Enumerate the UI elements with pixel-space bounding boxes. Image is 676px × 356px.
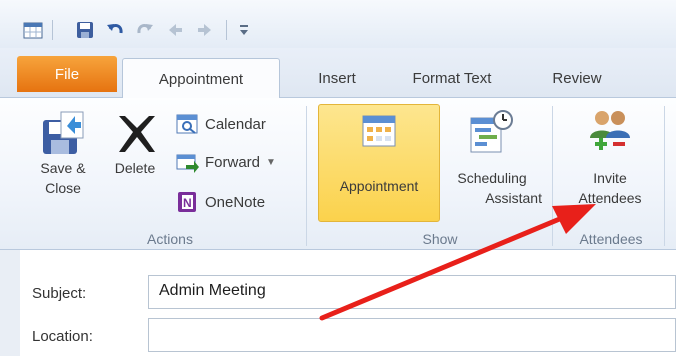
next-item-icon[interactable]	[194, 20, 216, 40]
save-close-label-2: Close	[45, 180, 81, 196]
onenote-icon: N	[178, 192, 196, 212]
onenote-button[interactable]: N OneNote	[176, 188, 265, 216]
appointment-icon	[362, 115, 396, 147]
customize-toolbar-icon[interactable]	[234, 20, 254, 40]
scheduling-assistant-icon	[470, 110, 513, 153]
calendar-icon	[176, 114, 198, 134]
tab-insert[interactable]: Insert	[292, 58, 382, 98]
undo-icon[interactable]	[104, 20, 126, 40]
appointment-view-button[interactable]: Appointment	[318, 108, 440, 196]
group-label-actions: Actions	[147, 231, 193, 247]
delete-label: Delete	[114, 160, 156, 176]
invite-attendees-button[interactable]: Invite Attendees	[562, 108, 658, 208]
group-label-show: Show	[422, 231, 458, 247]
group-separator	[664, 106, 665, 246]
group-label-attendees: Attendees	[579, 231, 643, 247]
appointment-form: Subject: Admin Meeting Location:	[0, 250, 676, 356]
forward-label: Forward	[205, 153, 261, 171]
ribbon-tabs: File Appointment Insert Format Text Revi…	[0, 48, 676, 99]
previous-item-icon[interactable]	[164, 20, 186, 40]
appointment-view-label: Appointment	[339, 178, 419, 194]
invite-label-2: Attendees	[578, 190, 642, 206]
delete-icon	[119, 116, 155, 152]
onenote-label: OneNote	[205, 193, 266, 211]
forward-dropdown-icon[interactable]: ▼	[266, 157, 276, 168]
save-icon[interactable]	[74, 20, 96, 40]
location-input[interactable]	[148, 318, 676, 352]
save-close-button[interactable]: Save & Close	[28, 106, 98, 198]
group-separator	[306, 106, 307, 246]
save-close-label-1: Save &	[40, 160, 86, 176]
scheduling-label-2: Assistant	[485, 190, 542, 206]
tab-appointment[interactable]: Appointment	[122, 58, 280, 99]
ribbon: Save & Close Delete Calendar Forward ▼ N…	[0, 98, 676, 250]
save-close-icon	[43, 111, 84, 154]
app-calendar-icon[interactable]	[22, 20, 44, 40]
subject-input[interactable]: Admin Meeting	[148, 275, 676, 309]
location-label: Location:	[32, 328, 93, 345]
form-side-bar	[0, 250, 20, 356]
delete-button[interactable]: Delete	[102, 106, 168, 178]
tab-format-text[interactable]: Format Text	[392, 58, 512, 98]
redo-icon[interactable]	[134, 20, 156, 40]
tab-review[interactable]: Review	[532, 58, 622, 98]
subject-label: Subject:	[32, 285, 87, 302]
group-separator	[552, 106, 553, 246]
scheduling-assistant-button[interactable]: Scheduling Assistant	[442, 108, 542, 208]
invite-label-1: Invite	[593, 170, 627, 186]
calendar-label: Calendar	[205, 115, 266, 133]
forward-icon	[176, 154, 199, 173]
calendar-button[interactable]: Calendar	[176, 110, 266, 138]
scheduling-label-1: Scheduling	[457, 170, 527, 186]
invite-attendees-icon	[590, 111, 630, 150]
quick-access-toolbar	[0, 0, 676, 48]
tab-file[interactable]: File	[17, 56, 117, 92]
svg-text:N: N	[183, 196, 192, 210]
forward-button[interactable]: Forward ▼	[176, 148, 276, 176]
